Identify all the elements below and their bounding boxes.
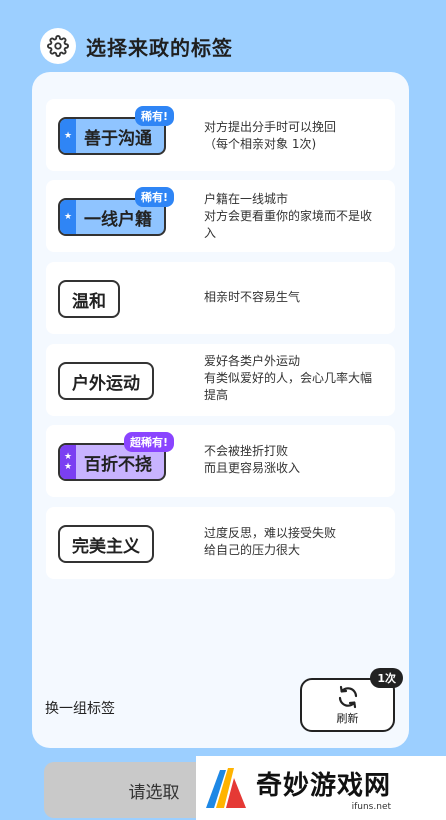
desc-line: 户籍在一线城市 — [204, 192, 289, 206]
page-title: 选择来政的标签 — [86, 35, 233, 60]
tag-chip[interactable]: 温和 — [58, 280, 120, 318]
desc-line: 而且更容易涨收入 — [204, 461, 301, 475]
desc-line: 爱好各类户外运动 — [204, 354, 301, 368]
rarity-badge: 稀有! — [134, 106, 174, 126]
tag-label: 户外运动 — [72, 373, 140, 394]
star-icon: ★ — [63, 451, 73, 462]
desc-line: 提高 — [204, 388, 229, 402]
tag-chip[interactable]: 户外运动 — [58, 362, 154, 400]
refresh-button[interactable]: 刷新 1次 — [300, 668, 403, 732]
watermark-url: ifuns.net — [351, 801, 392, 812]
settings-button[interactable] — [40, 28, 76, 64]
rarity-stripe: ★ — [60, 200, 76, 234]
tag-chip[interactable]: ★ 善于沟通 稀有! — [58, 106, 174, 155]
refresh-icon — [338, 685, 357, 708]
tag-label: 善于沟通 — [84, 128, 152, 149]
desc-line: 不会被挫折打败 — [204, 444, 289, 458]
swap-tags-label: 换一组标签 — [45, 701, 115, 717]
tag-card-2[interactable]: 温和 相亲时不容易生气 — [46, 262, 395, 334]
desc-line: 对方会更看重你的家境而不是收 — [204, 209, 373, 223]
tag-chip[interactable]: 完美主义 — [58, 525, 154, 563]
tag-chip[interactable]: ★ ★ 百折不挠 超稀有! — [58, 432, 174, 481]
tag-label: 百折不挠 — [84, 454, 152, 475]
tag-description: 户籍在一线城市 对方会更看重你的家境而不是收 入 — [204, 191, 392, 242]
star-icon: ★ — [63, 461, 73, 472]
tag-card-5[interactable]: 完美主义 过度反思，难以接受失败 给自己的压力很大 — [46, 507, 395, 579]
gear-icon — [47, 35, 69, 57]
tag-label: 一线户籍 — [84, 209, 152, 230]
rarity-stripe: ★ ★ — [60, 445, 76, 479]
watermark: 奇妙游戏网 ifuns.net — [196, 756, 446, 820]
tag-panel: ★ 善于沟通 稀有! 对方提出分手时可以挽回 （每个相亲对象 1次) ★ 一线户… — [32, 72, 409, 748]
confirm-label: 请选取 — [128, 782, 180, 803]
tag-card-3[interactable]: 户外运动 爱好各类户外运动 有类似爱好的人，会心几率大幅 提高 — [46, 344, 395, 416]
tag-label: 完美主义 — [72, 536, 140, 557]
tag-description: 过度反思，难以接受失败 给自己的压力很大 — [204, 525, 392, 559]
desc-line: （每个相亲对象 1次) — [204, 137, 317, 151]
tag-card-4[interactable]: ★ ★ 百折不挠 超稀有! 不会被挫折打败 而且更容易涨收入 — [46, 425, 395, 497]
tag-card-0[interactable]: ★ 善于沟通 稀有! 对方提出分手时可以挽回 （每个相亲对象 1次) — [46, 99, 395, 171]
refresh-label: 刷新 — [336, 711, 359, 725]
desc-line: 给自己的压力很大 — [204, 543, 301, 557]
desc-line: 过度反思，难以接受失败 — [204, 526, 337, 540]
desc-line: 对方提出分手时可以挽回 — [204, 120, 337, 134]
watermark-name: 奇妙游戏网 — [256, 770, 392, 801]
refresh-count-badge: 1次 — [370, 668, 403, 688]
rarity-badge: 超稀有! — [123, 432, 174, 452]
rarity-badge: 稀有! — [134, 187, 174, 207]
tag-description: 对方提出分手时可以挽回 （每个相亲对象 1次) — [204, 119, 392, 153]
tag-description: 不会被挫折打败 而且更容易涨收入 — [204, 443, 392, 477]
tag-card-1[interactable]: ★ 一线户籍 稀有! 户籍在一线城市 对方会更看重你的家境而不是收 入 — [46, 180, 395, 252]
tag-label: 温和 — [72, 291, 106, 312]
star-icon: ★ — [63, 130, 73, 141]
desc-line: 入 — [204, 226, 217, 240]
rarity-stripe: ★ — [60, 119, 76, 153]
desc-line: 相亲时不容易生气 — [204, 290, 301, 304]
tag-chip[interactable]: ★ 一线户籍 稀有! — [58, 187, 174, 236]
site-logo-icon — [206, 768, 246, 808]
tag-description: 相亲时不容易生气 — [204, 289, 392, 306]
header: 选择来政的标签 — [40, 28, 233, 64]
star-icon: ★ — [63, 211, 73, 222]
tag-description: 爱好各类户外运动 有类似爱好的人，会心几率大幅 提高 — [204, 353, 392, 404]
desc-line: 有类似爱好的人，会心几率大幅 — [204, 371, 373, 385]
